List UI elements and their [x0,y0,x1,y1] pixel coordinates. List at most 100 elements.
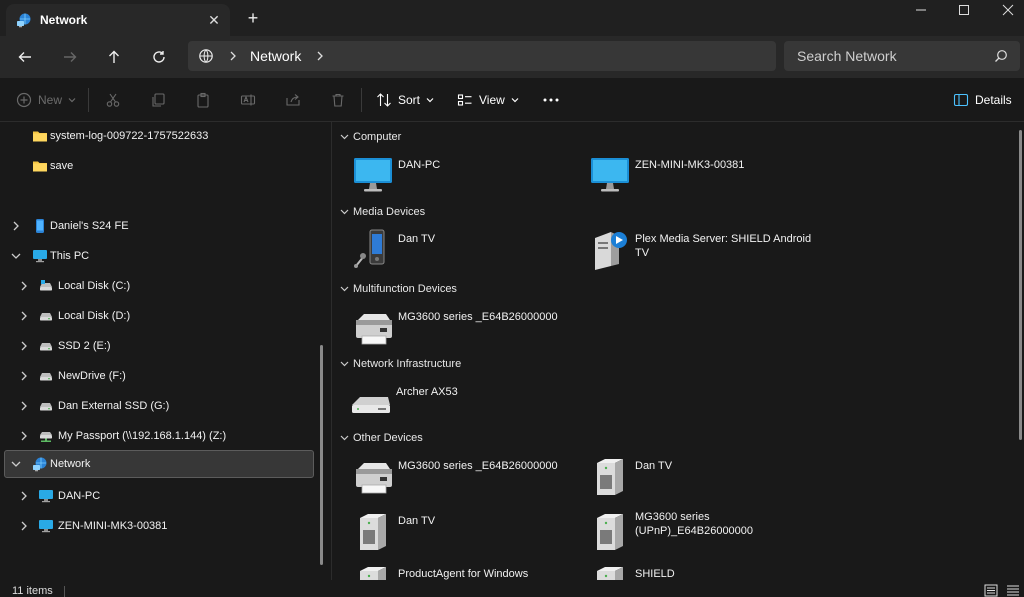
group-header-other-devices[interactable]: Other Devices [340,432,423,444]
chevron-right-icon[interactable] [18,340,30,352]
monitor-icon [38,518,54,534]
content-scrollbar[interactable] [1019,130,1022,440]
sidebar-item-label: This PC [50,250,90,262]
cut-button[interactable] [105,90,121,110]
device-item[interactable]: ZEN-MINI-MK3-00381 [589,154,819,204]
chevron-right-icon[interactable] [10,220,22,232]
device-item[interactable]: MG3600 series _E64B26000000 [352,306,582,356]
chevron-down-icon[interactable] [340,359,350,370]
device-item[interactable]: Dan TV [352,228,582,278]
network-icon [16,12,32,28]
device-label: ProductAgent for Windows [398,568,529,580]
close-window-button[interactable] [985,0,1024,20]
device-item[interactable]: Dan TV [589,455,819,505]
maximize-button[interactable] [941,0,987,20]
globe-icon [199,49,213,63]
copy-button[interactable] [150,90,166,110]
chevron-right-icon[interactable] [18,280,30,292]
forward-button[interactable] [57,44,83,70]
tab-title: Network [40,13,88,27]
search-box[interactable]: Search Network [784,41,1020,71]
folder-icon [32,128,48,144]
device-item[interactable]: Dan TV [352,510,582,560]
arrow-left-icon [18,52,31,62]
chevron-right-icon[interactable] [18,520,30,532]
new-label: New [38,93,63,107]
group-header-multifunction-devices[interactable]: Multifunction Devices [340,283,457,295]
sidebar-item-zen-mini[interactable]: ZEN-MINI-MK3-00381 [4,512,314,540]
sidebar-item-drive-g[interactable]: Dan External SSD (G:) [4,392,314,420]
chevron-down-icon [426,98,434,103]
close-tab-icon[interactable]: ✕ [206,12,222,28]
group-header-media-devices[interactable]: Media Devices [340,206,425,218]
chevron-right-icon[interactable] [18,490,30,502]
details-view-icon[interactable] [984,584,998,597]
address-bar[interactable]: Network [188,41,776,71]
sidebar-item-drive-f[interactable]: NewDrive (F:) [4,362,314,390]
chevron-down-icon[interactable] [340,207,350,218]
device-item[interactable]: ProductAgent for Windows [352,563,582,580]
tiles-view-icon[interactable] [1006,584,1020,597]
delete-button[interactable] [330,90,346,110]
sidebar-item-system-log[interactable]: system-log-009722-1757522633 [4,122,314,150]
refresh-button[interactable] [146,44,172,70]
tab-network[interactable]: Network ✕ [6,4,230,36]
view-button[interactable]: View [457,90,519,110]
sidebar-item-network[interactable]: Network [4,450,314,478]
device-label: DAN-PC [398,159,441,171]
back-button[interactable] [12,44,38,70]
chevron-down-icon[interactable] [340,433,350,444]
device-item[interactable]: MG3600 series (UPnP)_E64B26000000 [589,506,819,556]
chevron-down-icon[interactable] [10,250,22,262]
sidebar-item-this-pc[interactable]: This PC [4,242,314,270]
divider [64,586,65,597]
item-count: 11 items [12,585,53,597]
navigation-pane-scrollbar[interactable] [320,345,323,565]
device-item[interactable]: SHIELD [589,563,819,580]
chevron-down-icon[interactable] [340,132,350,143]
chevron-right-icon[interactable] [315,51,325,61]
rename-button[interactable] [240,90,256,110]
sort-button[interactable]: Sort [376,90,434,110]
device-tower-icon [589,563,631,580]
chevron-down-icon [511,98,519,103]
sidebar-item-drive-z[interactable]: My Passport (\\192.168.1.144) (Z:) [4,422,314,450]
chevron-right-icon[interactable] [18,400,30,412]
sidebar-item-drive-e[interactable]: SSD 2 (E:) [4,332,314,360]
chevron-down-icon [68,98,76,103]
chevron-right-icon[interactable] [18,370,30,382]
device-item[interactable]: MG3600 series _E64B26000000 [352,455,582,505]
sidebar-item-phone[interactable]: Daniel's S24 FE [4,212,314,240]
device-item[interactable]: Plex Media Server: SHIELD Android TV [589,228,819,278]
new-tab-button[interactable]: + [244,9,262,27]
search-icon [995,50,1007,62]
sidebar-item-save[interactable]: save [4,152,314,180]
chevron-right-icon[interactable] [18,310,30,322]
share-button[interactable] [285,90,301,110]
group-header-network-infrastructure[interactable]: Network Infrastructure [340,358,461,370]
device-item[interactable]: DAN-PC [352,154,582,204]
sidebar-item-dan-pc[interactable]: DAN-PC [4,482,314,510]
device-label: Plex Media Server: SHIELD Android TV [635,233,812,259]
group-header-computer[interactable]: Computer [340,131,401,143]
device-item[interactable]: Archer AX53 [350,381,580,431]
breadcrumb-network[interactable]: Network [250,48,301,64]
sidebar-item-label: SSD 2 (E:) [58,340,111,352]
drive-icon [38,308,54,324]
new-button[interactable]: New [16,90,76,110]
printer-icon [352,306,394,348]
paste-button[interactable] [195,90,211,110]
sidebar-item-drive-c[interactable]: Local Disk (C:) [4,272,314,300]
sidebar-item-drive-d[interactable]: Local Disk (D:) [4,302,314,330]
chevron-down-icon[interactable] [10,458,22,470]
sidebar-item-label: save [50,160,74,172]
rename-icon [240,94,256,106]
search-input[interactable]: Search Network [797,48,897,64]
more-options-button[interactable] [542,90,560,110]
minimize-button[interactable] [898,0,944,20]
details-pane-button[interactable]: Details [953,90,1012,110]
up-button[interactable] [101,44,127,70]
chevron-down-icon[interactable] [340,284,350,295]
chevron-right-icon[interactable] [18,430,30,442]
details-pane-icon [953,93,969,107]
